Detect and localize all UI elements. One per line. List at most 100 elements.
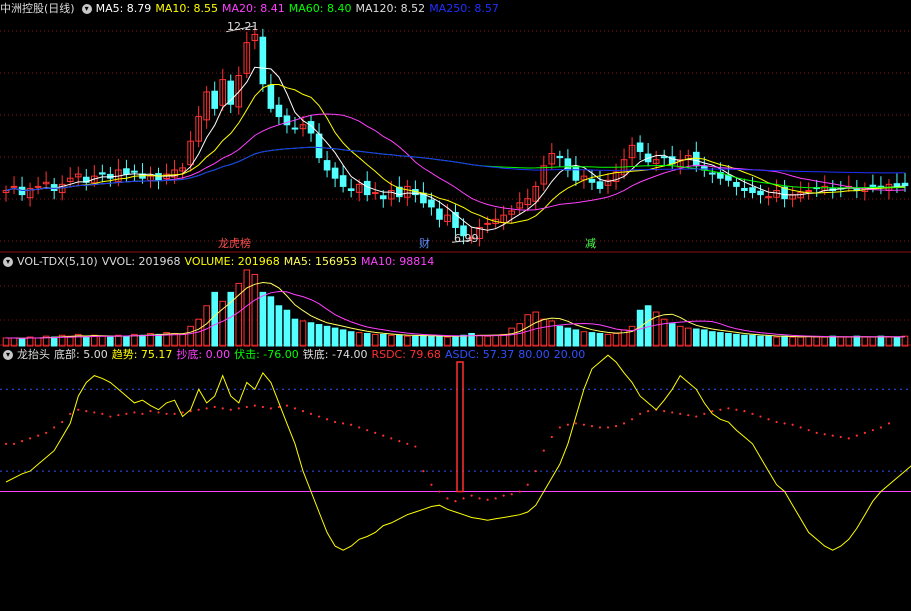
volume-bar [187, 325, 194, 347]
volume-bar [211, 291, 219, 347]
rsdc-dot [855, 434, 858, 437]
candle-body [596, 181, 604, 189]
period-label[interactable]: (日线) [44, 2, 75, 15]
volume-bar [628, 325, 636, 347]
volume-bar [540, 318, 548, 347]
volume-bar [596, 332, 604, 347]
candle-body [211, 90, 219, 109]
volume-bar [676, 325, 684, 347]
volume-bar [516, 323, 524, 347]
rsdc-dot [261, 405, 264, 409]
volume-bar [291, 318, 299, 347]
candle-body [733, 182, 740, 187]
volume-bar [323, 325, 331, 347]
rsdc-dot [293, 407, 297, 410]
chevron-down-icon[interactable]: ▾ [81, 4, 92, 14]
candle-body [331, 167, 339, 179]
volume-bar [371, 333, 379, 347]
rsdc-dot [847, 437, 850, 440]
stock-name[interactable]: 中洲控股 [0, 2, 44, 15]
vol-label-0: VOL-TDX(5,10) [17, 255, 98, 268]
rsdc-dot [317, 415, 321, 418]
candle-body [34, 185, 42, 188]
volume-bar [717, 332, 724, 347]
volume-ma5-line [6, 281, 906, 339]
ind-label-7: ASDC: 57.37 [444, 348, 515, 361]
rsdc-dot [205, 407, 208, 410]
ind-label-4: 伏击: -76.00 [234, 348, 299, 361]
rsdc-dot [454, 499, 457, 503]
volume-legend: ▾ VOL-TDX(5,10) VVOL: 201968 VOLUME: 201968… [0, 254, 442, 270]
rsdc-dot [486, 498, 489, 501]
candle-body [339, 175, 347, 187]
rsdc-dot [149, 409, 152, 413]
volume-bar [412, 335, 419, 347]
volume-bar [853, 335, 861, 347]
ma-label-0: MA5: 8.79 [95, 2, 152, 15]
rsdc-dot [478, 497, 481, 500]
volume-bar [299, 320, 307, 347]
candle-body [323, 160, 331, 171]
chevron-down-icon[interactable]: ▾ [3, 350, 13, 360]
rsdc-dot [550, 435, 553, 439]
volume-ma10-line [6, 290, 906, 339]
rsdc-dot [109, 415, 112, 418]
rsdc-dot [157, 411, 160, 414]
volume-bar [115, 334, 122, 347]
volume-bar [500, 333, 507, 347]
high-price-marker: 12.21 [227, 20, 259, 33]
rsdc-dot [614, 424, 618, 428]
event-tag-longhubang[interactable]: 龙虎榜 [218, 236, 255, 252]
candle-body [371, 192, 379, 195]
rsdc-dot [871, 429, 874, 432]
rsdc-dot [173, 412, 176, 415]
rsdc-dot [414, 445, 417, 448]
rsdc-dot [863, 431, 866, 435]
volume-bar [556, 325, 564, 347]
volume-bar [379, 333, 387, 347]
ind-label-8: 80.00 [518, 348, 550, 361]
rsdc-dot [253, 404, 256, 407]
rsdc-dot [566, 423, 569, 426]
rsdc-dot [622, 422, 626, 425]
volume-bar [588, 332, 596, 347]
rsdc-dot [679, 412, 682, 415]
volume-bar [50, 336, 58, 347]
kline-chart[interactable] [0, 0, 911, 611]
event-tag-reduce[interactable]: 减 [585, 236, 600, 252]
rsdc-dot [663, 409, 666, 413]
rsdc-dot [12, 442, 16, 445]
rsdc-dot [446, 497, 449, 500]
rsdc-dot [879, 426, 883, 429]
rsdc-dot [462, 497, 465, 500]
candle-body [291, 127, 299, 130]
rsdc-dot [815, 431, 818, 435]
rsdc-dot [77, 408, 80, 411]
chevron-down-icon[interactable]: ▾ [3, 257, 13, 267]
rsdc-dot [695, 415, 698, 418]
volume-bar [339, 329, 347, 347]
volume-bar [387, 334, 395, 347]
volume-bar [604, 333, 612, 347]
rsdc-dot [727, 407, 730, 410]
rsdc-dot [510, 493, 513, 496]
rsdc-dot [574, 422, 577, 425]
volume-bar [572, 329, 580, 347]
rsdc-dot [735, 408, 738, 411]
rsdc-dot [831, 434, 834, 437]
volume-bar [492, 334, 499, 347]
volume-bar [396, 334, 403, 347]
rsdc-dot [647, 409, 650, 413]
rsdc-dot [382, 434, 385, 437]
candle-body [757, 190, 764, 196]
rsdc-dot [237, 407, 240, 410]
volume-bar [203, 305, 210, 347]
rsdc-dot [590, 424, 594, 428]
volume-bar [668, 323, 676, 347]
volume-bar [259, 291, 267, 347]
low-price-marker: 6.99 [454, 232, 479, 245]
candle-body [636, 142, 644, 152]
event-tag-finance[interactable]: 财 [419, 236, 434, 252]
candle-body [379, 195, 387, 200]
volume-bar [765, 335, 772, 347]
